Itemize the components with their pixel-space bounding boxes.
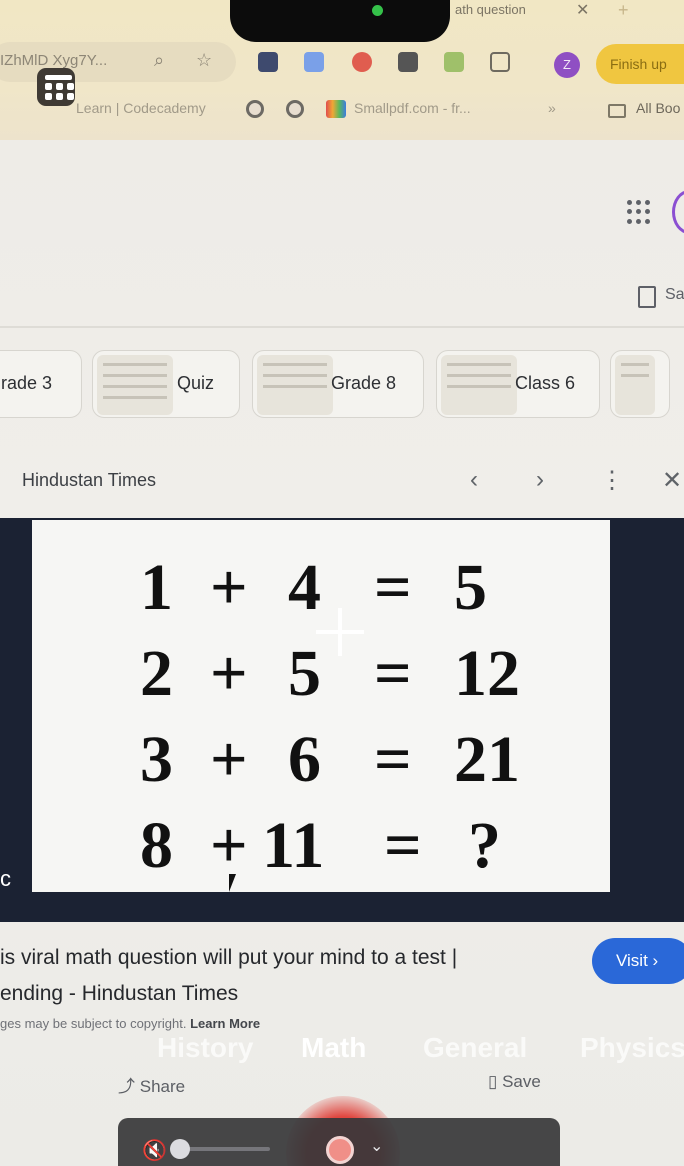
caption-line: is viral math question will put your min… bbox=[0, 946, 458, 969]
more-options-icon[interactable]: ⋮ bbox=[600, 466, 624, 495]
chip-thumbnail bbox=[615, 355, 655, 415]
crosshair-icon bbox=[338, 608, 342, 656]
equation-row: 8 + 11 = ? bbox=[32, 808, 610, 888]
profile-avatar[interactable]: Z bbox=[554, 52, 580, 78]
previous-image-icon[interactable]: ‹ bbox=[470, 466, 478, 494]
result-caption[interactable]: is viral math question will put your min… bbox=[0, 940, 580, 1012]
chip-thumbnail bbox=[441, 355, 517, 415]
green-extension-icon[interactable] bbox=[444, 52, 464, 72]
globe-icon[interactable] bbox=[286, 100, 304, 118]
bookmark-codecademy[interactable]: Learn | Codecademy bbox=[76, 100, 206, 116]
operand: 4 bbox=[288, 551, 321, 624]
record-button[interactable] bbox=[326, 1136, 354, 1164]
chip-class-6[interactable]: Class 6 bbox=[436, 350, 600, 418]
chip-label: Class 6 bbox=[515, 373, 576, 393]
extension-icon[interactable] bbox=[258, 52, 278, 72]
smallpdf-icon bbox=[326, 100, 346, 118]
result: 21 bbox=[454, 723, 520, 796]
learn-more-link[interactable]: Learn More bbox=[190, 1016, 260, 1031]
equation-row: 2 + 5 = 12 bbox=[32, 636, 610, 716]
chip-grade-8[interactable]: Grade 8 bbox=[252, 350, 424, 418]
chevron-down-icon[interactable]: ⌄ bbox=[370, 1136, 383, 1156]
save-button[interactable]: ▯ Save bbox=[488, 1072, 541, 1092]
operand: 6 bbox=[288, 723, 321, 796]
operator: + bbox=[210, 637, 248, 710]
tab-physics[interactable]: Physics bbox=[580, 1032, 684, 1064]
operator: + bbox=[210, 551, 248, 624]
operator: + bbox=[210, 809, 248, 882]
red-extension-icon[interactable] bbox=[352, 52, 372, 72]
bookmark-smallpdf[interactable]: Smallpdf.com - fr... bbox=[354, 100, 471, 116]
globe-icon[interactable] bbox=[246, 100, 264, 118]
operand: 1 bbox=[140, 551, 173, 624]
chip-more[interactable] bbox=[610, 350, 670, 418]
visit-button[interactable]: Visit › bbox=[592, 938, 684, 984]
operand: 3 bbox=[140, 723, 173, 796]
calculator-app-icon[interactable] bbox=[37, 68, 75, 106]
bookmark-star-icon[interactable]: ☆ bbox=[196, 50, 212, 71]
equation-row: 3 + 6 = 21 bbox=[32, 722, 610, 802]
result: 5 bbox=[454, 551, 487, 624]
operand: 2 bbox=[140, 637, 173, 710]
chip-label: Grade 8 bbox=[331, 373, 397, 393]
volume-slider-knob[interactable] bbox=[170, 1139, 190, 1159]
bookmark-icon: ▯ bbox=[488, 1072, 503, 1091]
equation-row: 1 + 4 = 5 bbox=[32, 550, 610, 630]
chip-thumbnail bbox=[97, 355, 173, 415]
recycle-extension-icon[interactable] bbox=[398, 52, 418, 72]
share-button[interactable]: ⤴ Share bbox=[118, 1072, 185, 1097]
mouse-cursor-icon bbox=[229, 874, 236, 892]
tab-title[interactable]: ath question bbox=[455, 2, 526, 17]
share-icon: ⤴ bbox=[118, 1077, 140, 1096]
docs-extension-icon[interactable] bbox=[304, 52, 324, 72]
operand: 11 bbox=[262, 809, 325, 882]
chip-quiz[interactable]: Quiz bbox=[92, 350, 240, 418]
operand: 8 bbox=[140, 809, 173, 882]
bookmark-all-bookmarks[interactable]: All Boo bbox=[636, 100, 680, 116]
math-puzzle-image[interactable]: 1 + 4 = 5 2 + 5 = 12 3 + 6 = 21 8 + 11 =… bbox=[32, 520, 610, 892]
close-icon[interactable]: ✕ bbox=[662, 466, 682, 495]
equals-sign: = bbox=[374, 637, 412, 710]
more-bookmarks-icon[interactable]: » bbox=[548, 100, 556, 116]
tab-general[interactable]: General bbox=[423, 1032, 527, 1064]
screen: ath question ✕ + IZhMlD Xyg7Y... ⌕ ☆ Z F… bbox=[0, 0, 684, 1166]
extensions-puzzle-icon[interactable] bbox=[490, 52, 510, 72]
chip-grade-3[interactable]: rade 3 bbox=[0, 350, 82, 418]
next-image-icon[interactable]: › bbox=[536, 466, 544, 494]
copyright-text: ges may be subject to copyright. bbox=[0, 1016, 187, 1031]
url-text[interactable]: IZhMlD Xyg7Y... bbox=[0, 52, 107, 69]
chip-label: rade 3 bbox=[1, 373, 53, 393]
saved-label[interactable]: Sa bbox=[665, 286, 684, 304]
operator: + bbox=[210, 723, 248, 796]
tab-close-icon[interactable]: ✕ bbox=[576, 0, 589, 20]
source-name[interactable]: Hindustan Times bbox=[22, 470, 156, 491]
edge-glyph-icon: c bbox=[0, 866, 11, 891]
search-icon[interactable]: ⌕ bbox=[154, 50, 164, 71]
divider bbox=[0, 326, 684, 328]
camera-indicator bbox=[372, 5, 383, 16]
share-label: Share bbox=[139, 1077, 186, 1096]
equals-sign: = bbox=[374, 551, 412, 624]
camera-notch bbox=[230, 0, 450, 42]
mute-icon[interactable]: 🔇 bbox=[142, 1138, 167, 1163]
result: ? bbox=[468, 809, 501, 882]
new-tab-icon[interactable]: + bbox=[618, 0, 629, 21]
tab-math[interactable]: Math bbox=[301, 1032, 366, 1064]
equals-sign: = bbox=[374, 723, 412, 796]
volume-slider[interactable] bbox=[180, 1147, 270, 1151]
copyright-note: ges may be subject to copyright. Learn M… bbox=[0, 1016, 260, 1031]
saved-icon[interactable] bbox=[638, 286, 656, 308]
apps-grid-icon[interactable] bbox=[627, 200, 651, 224]
chip-thumbnail bbox=[257, 355, 333, 415]
tab-history[interactable]: History bbox=[157, 1032, 253, 1064]
result: 12 bbox=[454, 637, 520, 710]
operand: 5 bbox=[288, 637, 321, 710]
folder-icon bbox=[608, 104, 626, 118]
save-label: Save bbox=[502, 1072, 541, 1091]
caption-line: ending - Hindustan Times bbox=[0, 982, 239, 1005]
finish-update-button[interactable]: Finish up bbox=[596, 44, 684, 84]
equals-sign: = bbox=[384, 809, 422, 882]
chip-label: Quiz bbox=[177, 373, 215, 393]
